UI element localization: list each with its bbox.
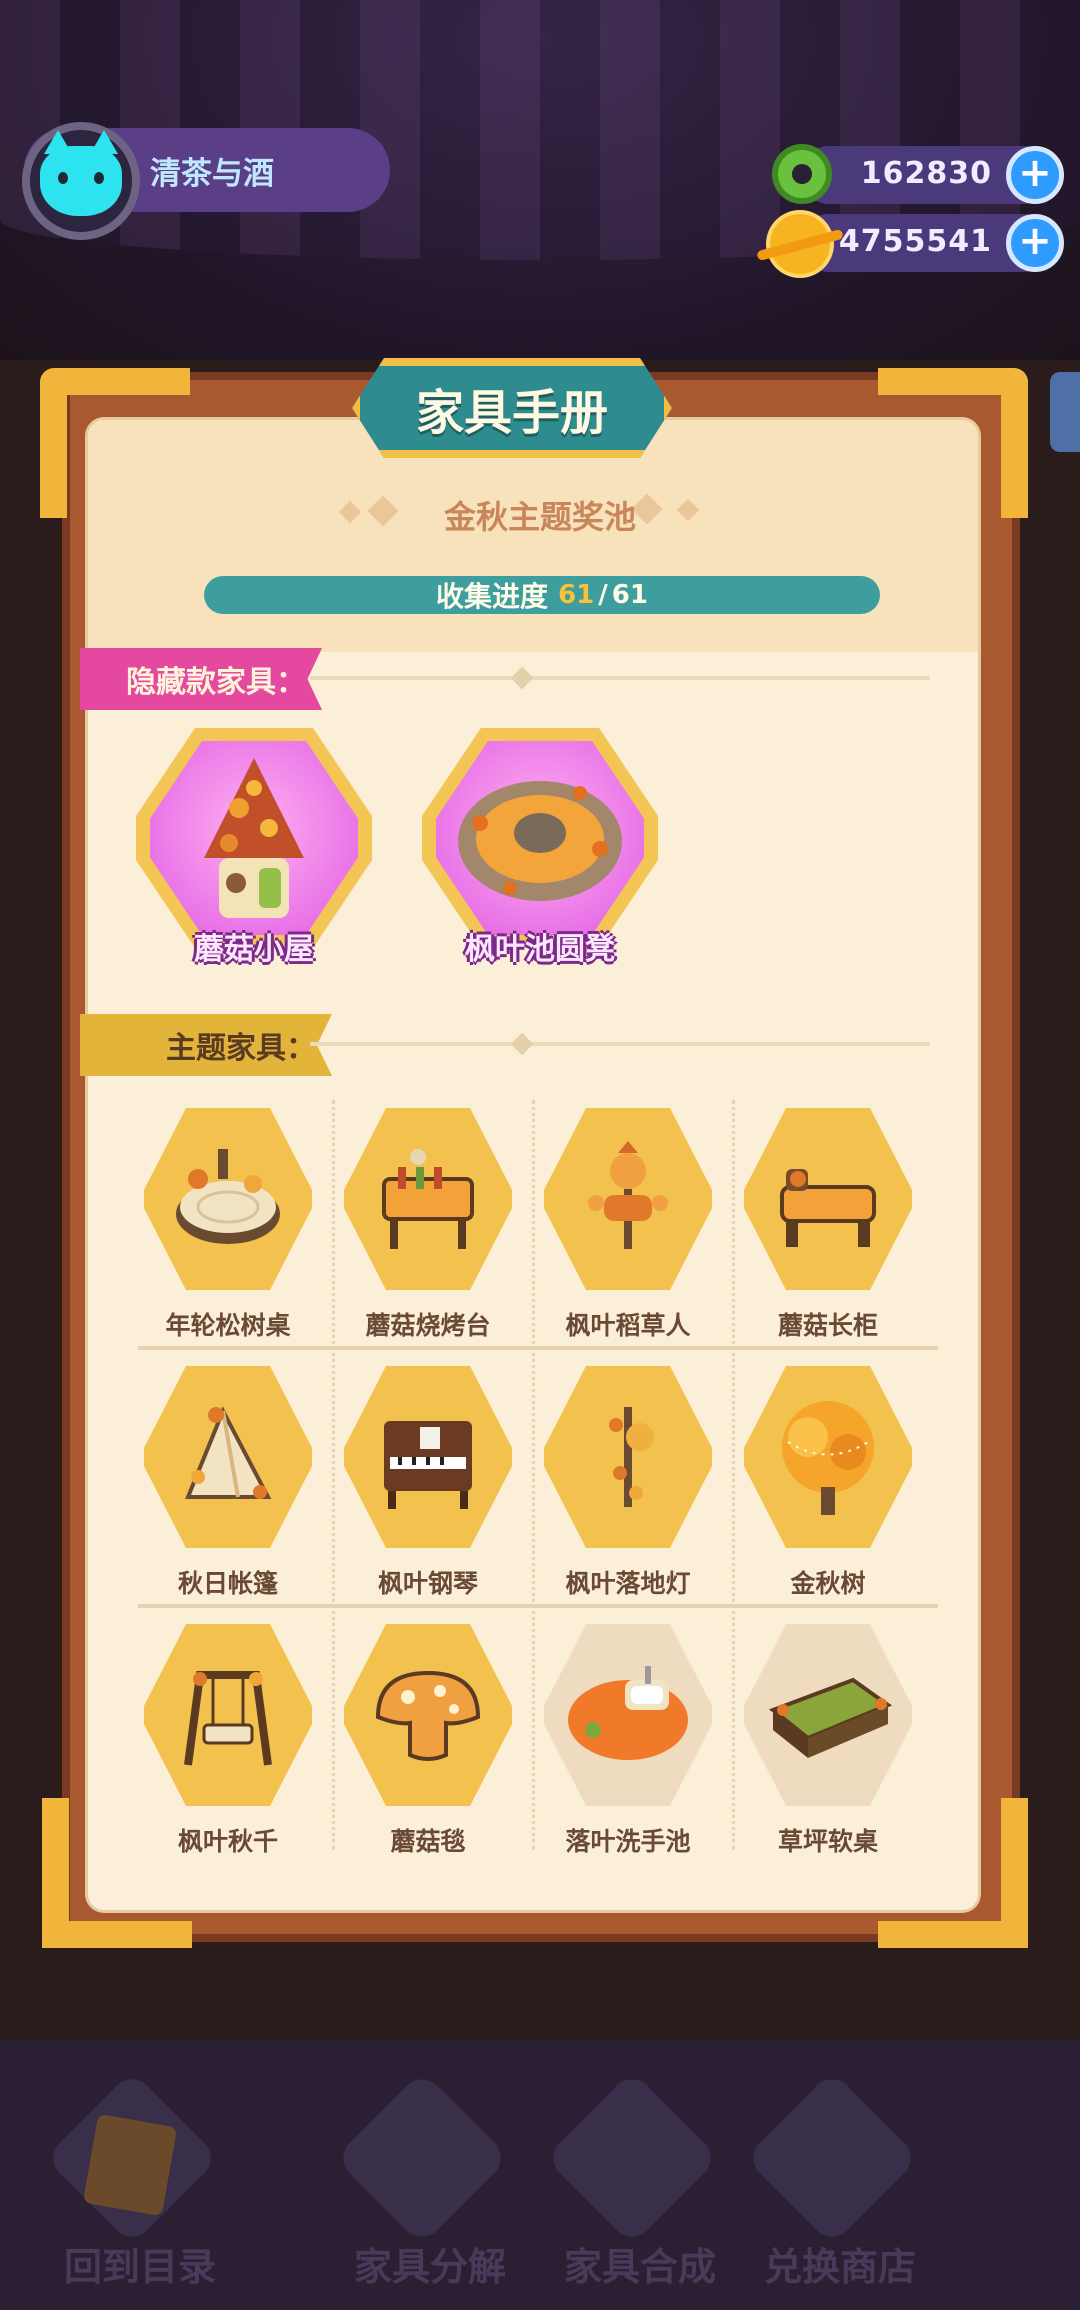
decompose-icon <box>334 2070 510 2246</box>
hidden-item-label: 枫叶池圆凳 <box>465 932 615 967</box>
nav-label: 家具合成 <box>563 2245 716 2289</box>
section-theme-ribbon: 主题家具： <box>80 1014 332 1076</box>
cat-avatar-icon <box>40 130 122 216</box>
theme-item-label: 蘑菇长柜 <box>777 1311 878 1340</box>
collection-progress-bar: 收集进度 61 / 61 <box>204 576 880 614</box>
progress-separator: / <box>598 580 608 610</box>
theme-item-label: 落叶洗手池 <box>565 1827 691 1856</box>
section-hidden-ribbon: 隐藏款家具： <box>80 648 322 710</box>
theme-item[interactable]: 蘑菇烧烤台 <box>322 1108 522 1348</box>
nav-back-to-catalog[interactable]: 回到目录 <box>30 2070 230 2290</box>
add-planet-button[interactable]: + <box>1006 214 1064 272</box>
gold-planet-icon <box>756 214 844 274</box>
hidden-item-mushroom-house[interactable]: 蘑菇小屋 <box>136 728 372 967</box>
page-title: 家具手册 <box>415 385 608 441</box>
theme-item[interactable]: 金秋树 <box>722 1366 922 1606</box>
nav-decompose[interactable]: 家具分解 <box>320 2070 520 2290</box>
theme-item[interactable]: 枫叶落地灯 <box>522 1366 722 1606</box>
section-divider <box>310 676 930 680</box>
craft-hammer-icon <box>544 2070 720 2246</box>
section-divider <box>310 1042 930 1046</box>
autumn-tent-icon <box>144 1366 312 1548</box>
progress-current: 61 <box>558 580 595 610</box>
username: 清茶与酒 <box>150 156 274 192</box>
progress-label: 收集进度 <box>436 580 549 613</box>
mushroom-grill-icon <box>344 1108 512 1290</box>
theme-item-label: 枫叶秋千 <box>177 1827 278 1856</box>
nav-label: 兑换商店 <box>763 2245 916 2289</box>
hex-frame <box>136 728 372 948</box>
hidden-item-label: 蘑菇小屋 <box>194 932 314 967</box>
title-plaque: 家具手册 <box>352 358 672 458</box>
nav-craft[interactable]: 家具合成 <box>530 2070 730 2290</box>
currency-value: 162830 <box>860 156 992 191</box>
theme-item[interactable]: 蘑菇长柜 <box>722 1108 922 1348</box>
add-donut-button[interactable]: + <box>1006 146 1064 204</box>
theme-item-label: 草坪软桌 <box>777 1827 878 1856</box>
theme-item[interactable]: 枫叶钢琴 <box>322 1366 522 1606</box>
mushroom-rug-icon <box>344 1624 512 1806</box>
section-hidden-label: 隐藏款家具： <box>126 665 306 700</box>
mushroom-cabinet-icon <box>744 1108 912 1290</box>
nav-label: 回到目录 <box>63 2245 216 2289</box>
green-donut-icon <box>772 144 832 204</box>
section-theme-label: 主题家具： <box>166 1031 316 1066</box>
nav-label: 家具分解 <box>353 2245 506 2289</box>
progress-total: 61 <box>611 580 648 610</box>
lawn-soft-table-icon <box>744 1624 912 1806</box>
theme-item[interactable]: 蘑菇毯 <box>322 1624 522 1864</box>
theme-item-label: 金秋树 <box>790 1569 866 1598</box>
theme-item-label: 蘑菇毯 <box>390 1827 466 1856</box>
avatar[interactable] <box>22 122 140 240</box>
catalog-book-icon <box>82 2113 178 2217</box>
theme-item[interactable]: 草坪软桌 <box>722 1624 922 1864</box>
hex-frame <box>422 728 658 948</box>
side-tab[interactable] <box>1050 372 1080 452</box>
theme-item[interactable]: 秋日帐篷 <box>122 1366 322 1606</box>
leaf-sink-icon <box>544 1624 712 1806</box>
nav-exchange-shop[interactable]: 兑换商店 <box>730 2070 930 2290</box>
avatar-eye <box>58 172 68 184</box>
theme-item[interactable]: 年轮松树桌 <box>122 1108 322 1348</box>
tree-ring-table-icon <box>144 1108 312 1290</box>
mushroom-house-icon <box>150 741 358 935</box>
theme-item-label: 年轮松树桌 <box>165 1311 291 1340</box>
maple-piano-icon <box>344 1366 512 1548</box>
theme-item[interactable]: 枫叶稻草人 <box>522 1108 722 1348</box>
theme-item-label: 蘑菇烧烤台 <box>365 1311 491 1340</box>
maple-pond-stool-icon <box>436 741 644 935</box>
golden-autumn-tree-icon <box>744 1366 912 1548</box>
theme-item-label: 枫叶稻草人 <box>565 1311 691 1340</box>
maple-swing-icon <box>144 1624 312 1806</box>
gift-shop-icon <box>744 2070 920 2246</box>
theme-item[interactable]: 落叶洗手池 <box>522 1624 722 1864</box>
avatar-eye <box>94 172 104 184</box>
maple-floor-lamp-icon <box>544 1366 712 1548</box>
currency-value: 4755541 <box>838 224 992 259</box>
theme-item[interactable]: 枫叶秋千 <box>122 1624 322 1864</box>
maple-scarecrow-icon <box>544 1108 712 1290</box>
theme-item-label: 秋日帐篷 <box>177 1569 278 1598</box>
hidden-item-maple-pond-stool[interactable]: 枫叶池圆凳 <box>422 728 658 967</box>
theme-item-label: 枫叶落地灯 <box>565 1569 691 1598</box>
pool-title: 金秋主题奖池 <box>443 498 636 536</box>
theme-item-label: 枫叶钢琴 <box>377 1569 478 1598</box>
